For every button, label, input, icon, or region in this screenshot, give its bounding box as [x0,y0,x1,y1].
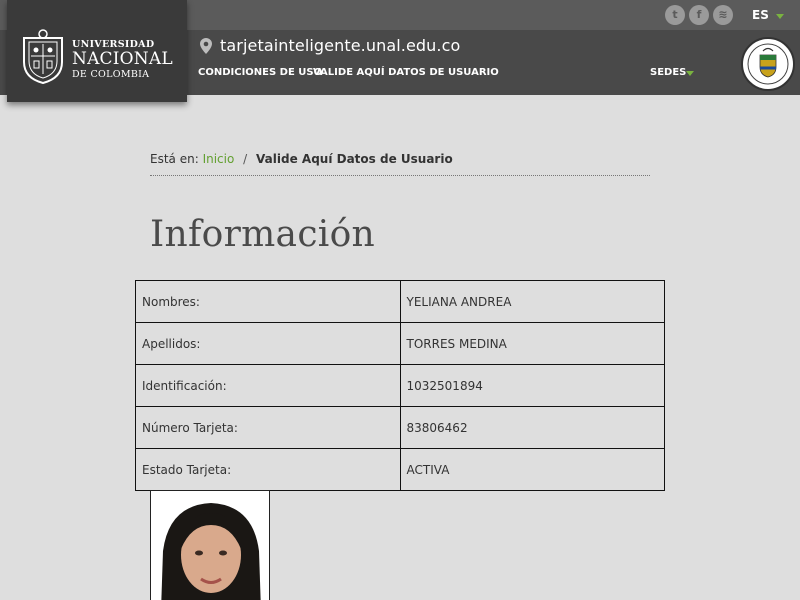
user-photo [150,490,270,600]
nav-valide-datos-usuario[interactable]: VALIDE AQUÍ DATOS DE USUARIO [313,67,499,78]
facebook-icon[interactable]: f [689,5,709,25]
university-name: UNIVERSIDAD NACIONAL DE COLOMBIA [72,39,173,80]
field-value: TORRES MEDINA [399,322,665,365]
field-value: 83806462 [399,406,665,449]
breadcrumb-separator: / [243,152,248,166]
nav-condiciones-de-uso[interactable]: CONDICIONES DE USO [198,67,322,78]
logo-line-2: NACIONAL [72,49,173,69]
university-seal-icon [23,29,63,84]
coat-of-arms-icon [747,43,789,85]
rss-icon[interactable]: ≋ [713,5,733,25]
field-label: Apellidos: [135,322,401,365]
table-row: Nombres: YELIANA ANDREA [135,280,665,323]
twitter-icon[interactable]: t [665,5,685,25]
language-selector[interactable]: ES [752,8,769,22]
logo-line-3: DE COLOMBIA [72,69,150,80]
breadcrumb-current: Valide Aquí Datos de Usuario [256,152,453,166]
field-label: Número Tarjeta: [135,406,401,449]
user-portrait-icon [151,491,269,600]
field-label: Identificación: [135,364,401,407]
user-info-table: Nombres: YELIANA ANDREA Apellidos: TORRE… [135,280,665,491]
field-value: YELIANA ANDREA [399,280,665,323]
field-value: 1032501894 [399,364,665,407]
field-label: Nombres: [135,280,401,323]
breadcrumb-prefix: Está en: [150,152,199,166]
field-value: ACTIVA [399,448,665,491]
table-row: Identificación: 1032501894 [135,364,665,407]
sedes-menu[interactable]: SEDES [650,67,686,78]
chevron-down-icon[interactable] [686,71,694,76]
page-title: Información [150,214,376,255]
location-pin-icon [200,38,212,54]
colombia-coat-of-arms-icon[interactable] [741,37,795,91]
chevron-down-icon[interactable] [776,14,784,19]
breadcrumb-divider [150,175,650,176]
field-label: Estado Tarjeta: [135,448,401,491]
table-row: Apellidos: TORRES MEDINA [135,322,665,365]
breadcrumb-home-link[interactable]: Inicio [203,152,235,166]
site-url[interactable]: tarjetainteligente.unal.edu.co [220,36,460,55]
table-row: Estado Tarjeta: ACTIVA [135,448,665,491]
table-row: Número Tarjeta: 83806462 [135,406,665,449]
university-logo[interactable]: UNIVERSIDAD NACIONAL DE COLOMBIA [7,0,187,102]
breadcrumb: Está en: Inicio / Valide Aquí Datos de U… [150,152,453,166]
